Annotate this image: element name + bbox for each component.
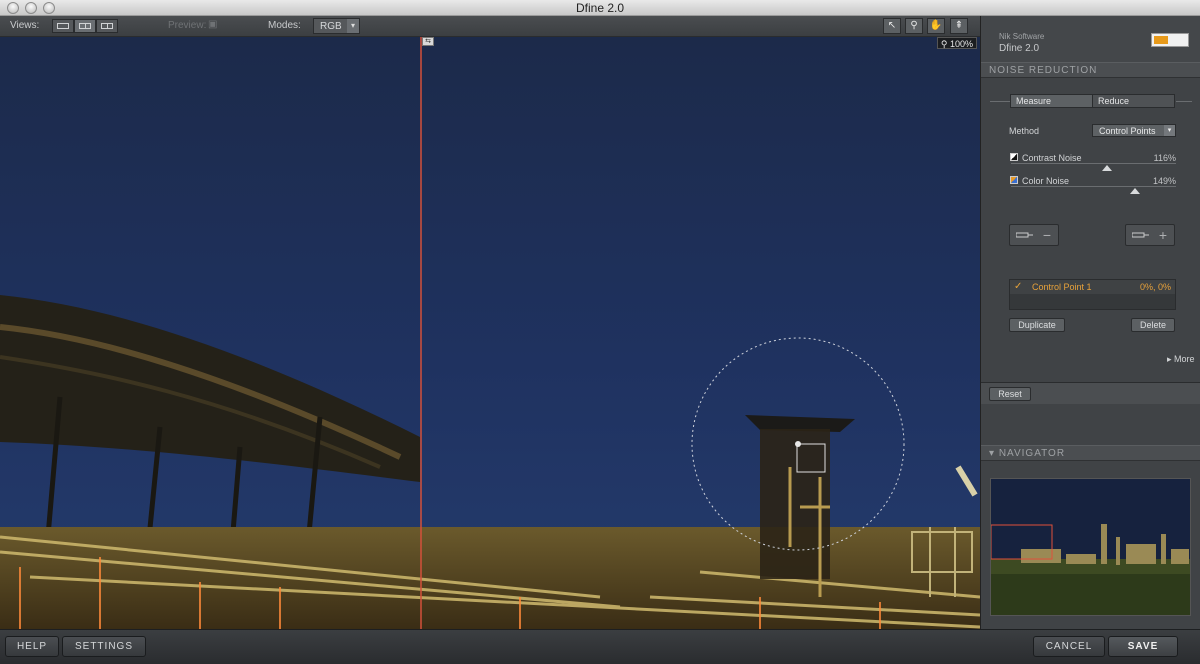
magnifier-icon: ⚲: [910, 20, 918, 31]
mode-select[interactable]: RGB ▾: [313, 18, 360, 34]
minus-icon: −: [1042, 227, 1051, 243]
contrast-noise-value: 116%: [1153, 153, 1176, 163]
more-toggle[interactable]: ▸ More: [1167, 354, 1195, 365]
color-noise-slider[interactable]: [1011, 186, 1176, 187]
side-by-side-view-icon: [101, 23, 113, 29]
contrast-noise-label: Contrast Noise: [1022, 153, 1082, 163]
contrast-noise-swatch: [1010, 153, 1018, 161]
settings-button[interactable]: SETTINGS: [62, 636, 146, 657]
control-point-tool-button[interactable]: ⇞: [950, 18, 968, 34]
contrast-noise-slider-thumb[interactable]: [1101, 165, 1112, 171]
add-control-point-button[interactable]: +: [1125, 224, 1175, 246]
arrow-pointer-icon: ↖: [887, 20, 897, 31]
vendor-name: Nik Software: [999, 32, 1045, 41]
product-name: Dfine 2.0: [999, 43, 1040, 54]
nik-logo: [1151, 33, 1189, 47]
navigator-header[interactable]: ▾ NAVIGATOR: [981, 445, 1200, 461]
navigator-preview[interactable]: [990, 478, 1191, 616]
magnifier-icon: ⚲: [940, 39, 950, 49]
split-view-icon: [79, 23, 91, 29]
pin-icon: ⇞: [954, 20, 964, 31]
side-by-side-view-button[interactable]: [96, 19, 118, 33]
cancel-button[interactable]: CANCEL: [1033, 636, 1105, 657]
more-label: More: [1174, 354, 1195, 364]
right-panel: Nik Software Dfine 2.0 NOISE REDUCTION M…: [980, 16, 1200, 629]
dfine-window: Dfine 2.0 Views: Preview: ▣ Modes: RGB ▾…: [0, 0, 1200, 664]
triangle-down-icon: ▾: [989, 448, 999, 459]
method-label: Method: [1009, 126, 1040, 136]
list-item[interactable]: ✓ Control Point 1 0%, 0%: [1010, 280, 1175, 294]
pointer-tool-button[interactable]: ↖: [883, 18, 901, 34]
mode-value: RGB: [320, 21, 342, 32]
contrast-noise-slider[interactable]: [1011, 163, 1176, 164]
checkbox-checked-icon[interactable]: ✓: [1014, 281, 1022, 292]
preview-label: Preview:: [168, 20, 207, 31]
navigator-thumbnail: [991, 479, 1190, 615]
method-value: Control Points: [1099, 126, 1156, 136]
control-point-icon: [1016, 232, 1033, 238]
reset-button[interactable]: Reset: [989, 387, 1031, 401]
single-view-icon: [57, 23, 69, 29]
single-view-button[interactable]: [52, 19, 74, 33]
remove-control-point-button[interactable]: −: [1009, 224, 1059, 246]
triangle-right-icon: ▸: [1167, 354, 1175, 364]
zoom-tool-button[interactable]: ⚲: [905, 18, 923, 34]
delete-button[interactable]: Delete: [1131, 318, 1175, 332]
noise-reduction-header: NOISE REDUCTION: [981, 62, 1200, 78]
tab-reduce[interactable]: Reduce: [1093, 95, 1174, 107]
views-label: Views:: [10, 20, 40, 31]
color-noise-value: 149%: [1152, 176, 1176, 186]
seg-divider-left: [990, 101, 1010, 102]
zoom-value: 100%: [949, 39, 973, 49]
modes-label: Modes:: [268, 20, 301, 31]
toolbar: Views: Preview: ▣ Modes: RGB ▾ ↖ ⚲ ✋ ⇞: [0, 16, 980, 37]
plus-icon: +: [1158, 227, 1167, 243]
color-noise-swatch: [1010, 176, 1018, 184]
zoom-indicator: ⚲ 100%: [936, 37, 977, 49]
duplicate-button[interactable]: Duplicate: [1009, 318, 1065, 332]
hand-icon: ✋: [929, 20, 943, 31]
brand-header: Nik Software Dfine 2.0: [981, 16, 1200, 62]
control-point-list: ✓ Control Point 1 0%, 0%: [1009, 279, 1176, 310]
chevron-down-icon: ▾: [347, 19, 359, 33]
control-point-icon: [1132, 232, 1149, 238]
hand-tool-button[interactable]: ✋: [927, 18, 945, 34]
bottom-bar: HELP SETTINGS CANCEL SAVE: [0, 629, 1200, 664]
color-noise-slider-thumb[interactable]: [1129, 188, 1140, 194]
night-industrial-photo: [0, 37, 980, 629]
title-bar: Dfine 2.0: [0, 0, 1200, 16]
navigator-header-label: NAVIGATOR: [998, 448, 1066, 459]
save-button[interactable]: SAVE: [1108, 636, 1178, 657]
reset-bar: Reset: [981, 382, 1200, 404]
split-view-button[interactable]: [74, 19, 96, 33]
image-canvas[interactable]: ⇆ ⚲ 100%: [0, 37, 980, 629]
control-point-value: 0%, 0%: [1139, 282, 1171, 292]
measure-reduce-toggle: Measure Reduce: [1010, 94, 1175, 108]
control-point-name: Control Point 1: [1032, 282, 1092, 292]
help-button[interactable]: HELP: [5, 636, 59, 657]
window-title: Dfine 2.0: [575, 1, 625, 15]
tab-measure[interactable]: Measure: [1011, 95, 1093, 107]
preview-toggle-icon[interactable]: ▣: [208, 19, 217, 30]
seg-divider-right: [1176, 101, 1192, 102]
split-handle[interactable]: ⇆: [422, 37, 434, 46]
method-select[interactable]: Control Points ▾: [1092, 124, 1176, 137]
color-noise-label: Color Noise: [1022, 176, 1070, 186]
chevron-down-icon: ▾: [1164, 125, 1175, 136]
